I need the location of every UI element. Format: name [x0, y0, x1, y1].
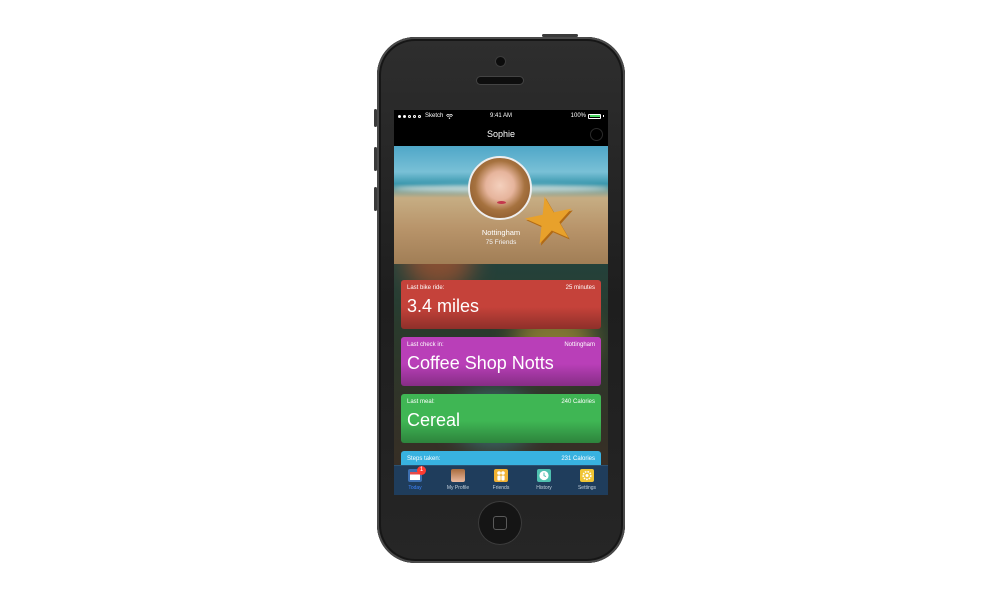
sleep-button	[542, 34, 578, 37]
battery-percent: 100%	[570, 113, 586, 119]
card-label: Last bike ride:	[407, 285, 445, 291]
tab-label: Today	[408, 485, 422, 491]
card-label: Last check in:	[407, 342, 444, 348]
people-icon	[494, 469, 508, 482]
home-button[interactable]	[478, 501, 522, 545]
card-value: 3.4 miles	[407, 296, 480, 316]
tab-bar: 1 Today My Profile Friends History Setti…	[394, 465, 608, 495]
tab-history[interactable]: History	[523, 466, 565, 495]
gear-icon	[580, 469, 594, 482]
tab-my-profile[interactable]: My Profile	[437, 466, 479, 495]
volume-up-button	[374, 147, 377, 171]
clock-icon	[537, 469, 551, 482]
card-meta: 231 Calories	[561, 456, 595, 462]
home-square-icon	[493, 516, 507, 530]
battery-status: 100%	[571, 110, 604, 122]
front-camera	[496, 57, 505, 66]
app-screen: Sketch 9:41 AM 100% Sophie ★ Nottingham …	[394, 110, 608, 495]
starfish-icon: ★	[515, 180, 585, 261]
nav-title: Sophie	[486, 129, 516, 139]
tab-friends[interactable]: Friends	[480, 466, 522, 495]
profile-friends: 75 Friends	[485, 239, 517, 246]
card-value: Cereal	[407, 410, 461, 430]
card-bike-ride[interactable]: Last bike ride: 25 minutes 3.4 miles	[401, 280, 601, 329]
notification-badge: 1	[417, 466, 426, 475]
earpiece-speaker	[477, 77, 523, 84]
card-meta: 25 minutes	[565, 285, 595, 291]
mute-switch	[374, 109, 377, 127]
tab-label: Settings	[577, 485, 597, 491]
battery-cap	[603, 115, 604, 117]
volume-down-button	[374, 187, 377, 211]
card-meta: Nottingham	[564, 342, 595, 348]
card-meta: 240 Calories	[561, 399, 595, 405]
tab-settings[interactable]: Settings	[566, 466, 608, 495]
card-value: Coffee Shop Notts	[407, 353, 554, 373]
card-check-in[interactable]: Last check in: Nottingham Coffee Shop No…	[401, 337, 601, 386]
profile-photo-icon	[451, 469, 465, 482]
nav-action-icon[interactable]	[590, 128, 603, 141]
battery-icon	[588, 113, 601, 119]
tab-label: Friends	[492, 485, 510, 491]
card-label: Last meal:	[407, 399, 435, 405]
tab-label: My Profile	[446, 485, 470, 491]
tab-label: History	[536, 485, 552, 491]
card-label: Steps taken:	[407, 456, 441, 462]
status-bar: Sketch 9:41 AM 100%	[394, 110, 608, 122]
navigation-bar: Sophie	[394, 122, 608, 146]
phone-device: Sketch 9:41 AM 100% Sophie ★ Nottingham …	[374, 34, 625, 563]
profile-header: ★ Nottingham 75 Friends	[394, 146, 608, 264]
card-meal[interactable]: Last meal: 240 Calories Cereal	[401, 394, 601, 443]
tab-today[interactable]: 1 Today	[394, 466, 436, 495]
profile-city: Nottingham	[481, 228, 521, 237]
